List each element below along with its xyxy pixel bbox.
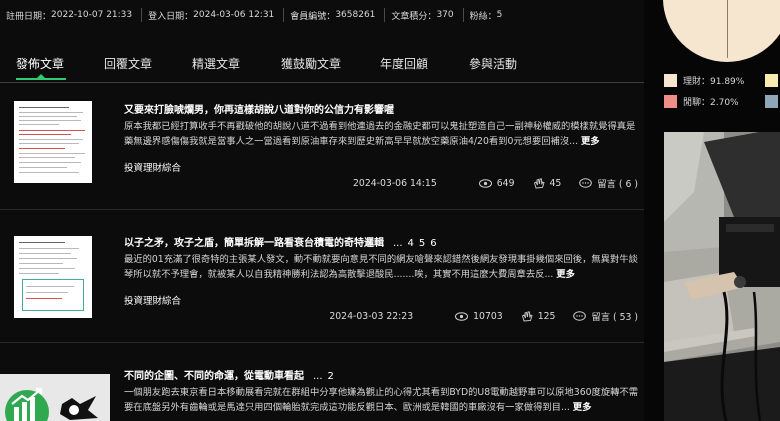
views-value: 649: [496, 177, 515, 189]
pie-slice-divider: [727, 0, 728, 58]
tab-featured-articles[interactable]: 精選文章: [192, 55, 240, 72]
excerpt-line: 原本我都已經打算收手不再戳破他的胡說八道不過看到他連過去的金融史都可以鬼扯塑造自…: [124, 121, 636, 132]
page-links: ... 4 5 6: [388, 238, 437, 249]
more-link[interactable]: 更多: [556, 269, 575, 280]
stat-login-date: 登入日期： 2024-03-06 12:31: [141, 8, 283, 22]
excerpt-line: 一個朋友跑去東京看日本移動展看完就在群組中分享他嫌為觀止的心得尤其看到BYD的U…: [124, 387, 639, 398]
article-thumbnail[interactable]: [14, 101, 92, 183]
article-title[interactable]: 以子之矛，攻子之盾，簡單拆解一路看衰台積電的奇特邏輯... 4 5 6: [124, 234, 437, 249]
money-growth-icon: [5, 387, 98, 421]
likes-count[interactable]: 125: [521, 310, 556, 322]
active-tab-caret: [37, 74, 45, 78]
article-thumbnail-card[interactable]: [0, 374, 110, 421]
page-links: ... 2: [308, 371, 334, 382]
article-meta: 2024-03-06 14:15 649 45 留言 ( 6 ): [352, 176, 638, 191]
tab-encouraged-articles[interactable]: 獲鼓勵文章: [281, 55, 341, 72]
stat-value: 2022-10-07 21:33: [51, 10, 133, 20]
article-title[interactable]: 不同的企圖、不同的命運，從電動車看起... 2: [124, 367, 334, 382]
views-value: 10703: [473, 310, 503, 322]
page-link[interactable]: 2: [328, 371, 334, 382]
legend-item-chat: 閒聊：2.70%: [664, 95, 739, 108]
stat-label: 註冊日期: [6, 11, 43, 22]
comments-value: 留言 ( 53 ): [591, 312, 638, 323]
article-title-text: 不同的企圖、不同的命運，從電動車看起: [124, 371, 304, 382]
article-excerpt: 一個朋友跑去東京看日本移動展看完就在群組中分享他嫌為觀止的心得尤其看到BYD的U…: [124, 385, 640, 415]
stat-label: 粉絲: [469, 11, 488, 22]
eye-icon: [478, 178, 492, 188]
stat-value: 3658261: [335, 10, 376, 20]
legend-swatch: [664, 95, 677, 108]
legend-swatch: [765, 74, 778, 87]
page-link[interactable]: 6: [430, 238, 436, 249]
clap-icon: [533, 178, 545, 189]
views-count: 10703: [455, 311, 503, 322]
ad-photo: [664, 132, 780, 421]
article-thumbnail[interactable]: [14, 236, 92, 318]
legend-label: 理財：91.89%: [683, 77, 745, 87]
excerpt-line: 琴所以就不予理會，就被某人以自我精神勝利法認為高散擊退酸民.......唉，其實…: [124, 269, 554, 280]
excerpt-line: 藥無邊界感傷傷我就是當事人之一當過看到原油車存來到歷史新高早早就放空藥原油4/2…: [124, 136, 579, 147]
more-link[interactable]: 更多: [581, 136, 600, 147]
comment-icon: [573, 310, 587, 321]
excerpt-line: 最近的01充滿了很奇特的主張某人發文，動不動就要向意見不同的網友嗆聲來認錯然後網…: [124, 254, 638, 265]
excerpt-line: 要在底盤另外有齒輪或是馬達只用四個輪胎就完成這功能反觀日本、歐洲或是韓國的車廠沒…: [124, 402, 570, 413]
stat-label: 登入日期: [148, 11, 185, 22]
article-meta: 2024-03-03 22:23 10703 125 留言 ( 53 ): [329, 309, 638, 324]
legend-label: 閒聊：2.70%: [683, 98, 739, 108]
more-link[interactable]: 更多: [573, 402, 592, 413]
legend-swatch: [765, 95, 778, 108]
article-title-text: 以子之矛，攻子之盾，簡單拆解一路看衰台積電的奇特邏輯: [124, 238, 384, 249]
likes-value: 125: [537, 310, 556, 322]
article-date: 2024-03-03 22:23: [329, 310, 414, 322]
clap-icon: [521, 311, 533, 322]
comments-value: 留言 ( 6 ): [597, 179, 638, 190]
comments-link[interactable]: 留言 ( 6 ): [579, 176, 638, 190]
views-count: 649: [478, 177, 515, 189]
stat-value: 2024-03-06 12:31: [193, 10, 275, 20]
stat-register-date: 註冊日期： 2022-10-07 21:33: [6, 10, 133, 22]
article-item: 以子之矛，攻子之盾，簡單拆解一路看衰台積電的奇特邏輯... 4 5 6 最近的01充滿…: [0, 210, 644, 343]
profile-tabs: 發佈文章 回覆文章 精選文章 獲鼓勵文章 年度回顧 參與活動: [0, 49, 644, 83]
tab-events[interactable]: 參與活動: [469, 55, 517, 72]
stat-label: 會員編號: [290, 11, 327, 22]
advertisement-image[interactable]: [664, 132, 780, 421]
eye-icon: [455, 311, 469, 321]
legend-item-cut: [765, 74, 780, 87]
page-link[interactable]: 5: [419, 238, 425, 249]
active-tab-indicator: [16, 78, 66, 80]
article-item: 又要來打臉唬爛男，你再這樣胡說八道對你的公信力有影響喔 原本我都已經打算收手不再…: [0, 83, 644, 210]
stat-fans: 粉絲： 5: [462, 8, 512, 22]
member-stats-bar: 註冊日期： 2022-10-07 21:33 登入日期： 2024-03-06 12…: [0, 0, 644, 30]
legend-item-cut: [765, 95, 780, 108]
legend-item-finance: 理財：91.89%: [664, 74, 744, 87]
article-date: 2024-03-06 14:15: [352, 177, 437, 189]
stat-value: 370: [436, 10, 454, 20]
comment-icon: [579, 177, 593, 188]
likes-count[interactable]: 45: [533, 177, 562, 189]
tab-replied-articles[interactable]: 回覆文章: [104, 55, 152, 72]
member-profile-main: 註冊日期： 2022-10-07 21:33 登入日期： 2024-03-06 12…: [0, 0, 644, 421]
stat-value: 5: [496, 10, 503, 20]
legend-swatch: [664, 74, 677, 87]
page-ellipsis: ...: [393, 238, 403, 249]
likes-value: 45: [549, 177, 562, 189]
stat-label: 文章積分: [391, 11, 428, 22]
article-excerpt: 原本我都已經打算收手不再戳破他的胡說八道不過看到他連過去的金融史都可以鬼扯塑造自…: [124, 119, 640, 149]
stat-article-points: 文章積分： 370: [384, 8, 462, 22]
article-category[interactable]: 投資理財綜合: [124, 160, 181, 174]
comments-link[interactable]: 留言 ( 53 ): [573, 309, 638, 323]
article-category[interactable]: 投資理財綜合: [124, 293, 181, 307]
page-link[interactable]: 4: [408, 238, 414, 249]
tab-posted-articles[interactable]: 發佈文章: [16, 55, 64, 72]
stat-member-id: 會員編號： 3658261: [283, 8, 384, 22]
tab-annual-review[interactable]: 年度回顧: [380, 55, 428, 72]
page-ellipsis: ...: [313, 371, 323, 382]
article-title[interactable]: 又要來打臉唬爛男，你再這樣胡說八道對你的公信力有影響喔: [124, 101, 394, 116]
article-excerpt: 最近的01充滿了很奇特的主張某人發文，動不動就要向意見不同的網友嗆聲來認錯然後網…: [124, 252, 640, 282]
